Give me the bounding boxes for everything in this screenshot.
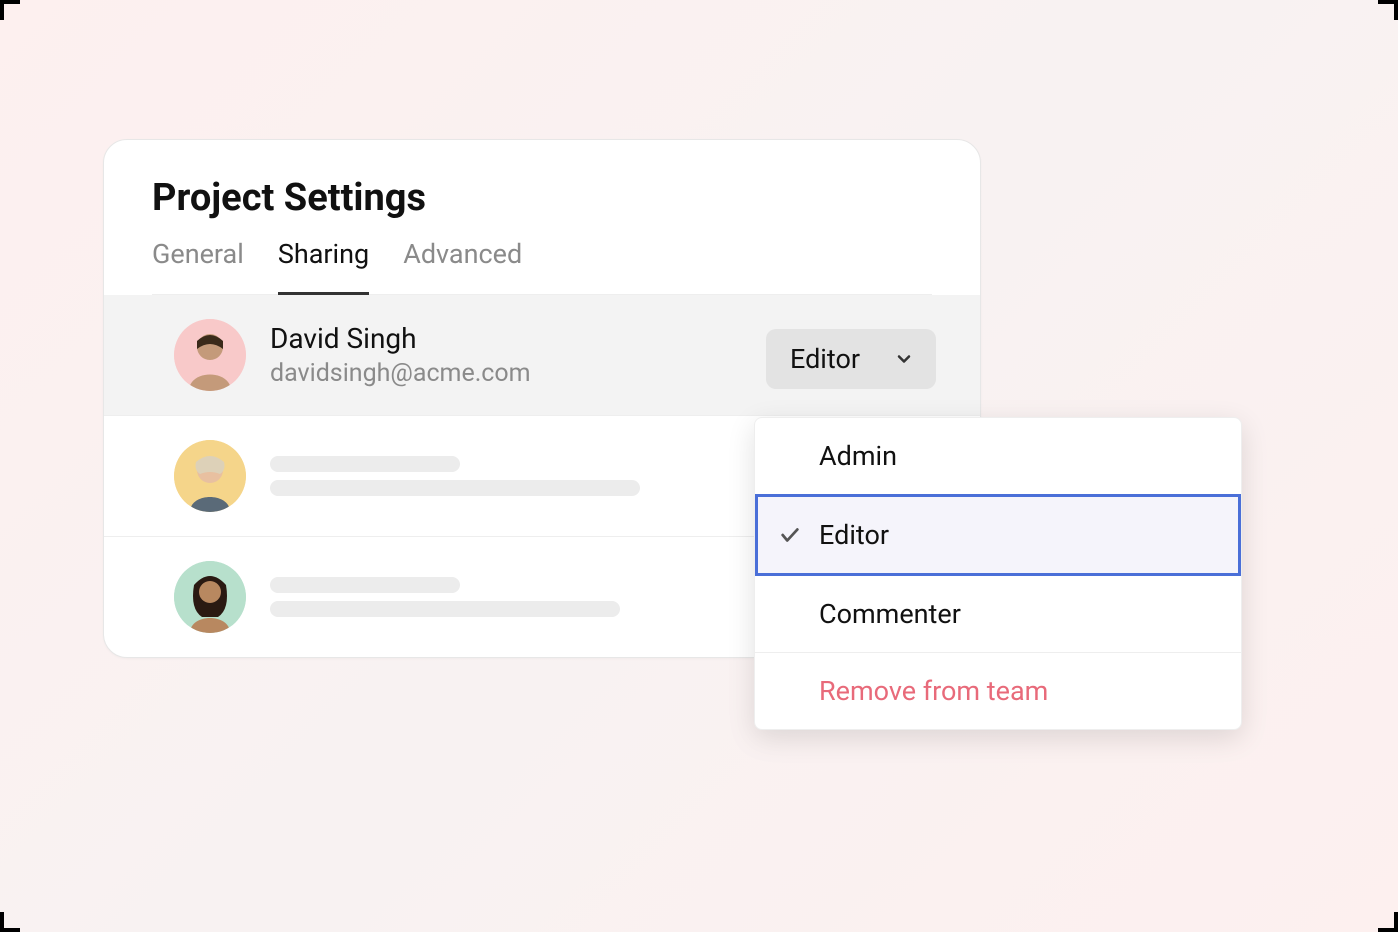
dropdown-option-label: Admin	[819, 440, 897, 472]
page-title: Project Settings	[152, 176, 932, 220]
dropdown-option-admin[interactable]: Admin	[755, 418, 1241, 494]
tab-sharing[interactable]: Sharing	[278, 238, 369, 295]
skeleton-line	[270, 601, 620, 617]
tab-advanced[interactable]: Advanced	[403, 238, 522, 295]
corner-marker	[0, 912, 20, 932]
dropdown-option-editor[interactable]: Editor	[755, 494, 1241, 576]
role-select[interactable]: Editor	[766, 329, 936, 389]
check-icon	[779, 524, 801, 546]
card-header: Project Settings General Sharing Advance…	[104, 140, 980, 295]
user-row: David Singh davidsingh@acme.com Editor	[104, 295, 980, 416]
avatar	[174, 561, 246, 633]
skeleton-line	[270, 456, 460, 472]
dropdown-remove-from-team[interactable]: Remove from team	[755, 653, 1241, 729]
role-dropdown: Admin Editor Commenter Remove from team	[754, 417, 1242, 730]
corner-marker	[1378, 912, 1398, 932]
dropdown-option-label: Remove from team	[819, 675, 1048, 707]
skeleton-line	[270, 577, 460, 593]
dropdown-option-label: Editor	[819, 519, 889, 551]
corner-marker	[1378, 0, 1398, 20]
tab-general[interactable]: General	[152, 238, 244, 295]
corner-marker	[0, 0, 20, 20]
avatar	[174, 440, 246, 512]
dropdown-option-commenter[interactable]: Commenter	[755, 576, 1241, 652]
avatar	[174, 319, 246, 391]
tabs: General Sharing Advanced	[152, 238, 932, 295]
role-select-label: Editor	[790, 343, 860, 375]
chevron-down-icon	[894, 349, 914, 369]
skeleton-line	[270, 480, 640, 496]
dropdown-option-label: Commenter	[819, 598, 961, 630]
